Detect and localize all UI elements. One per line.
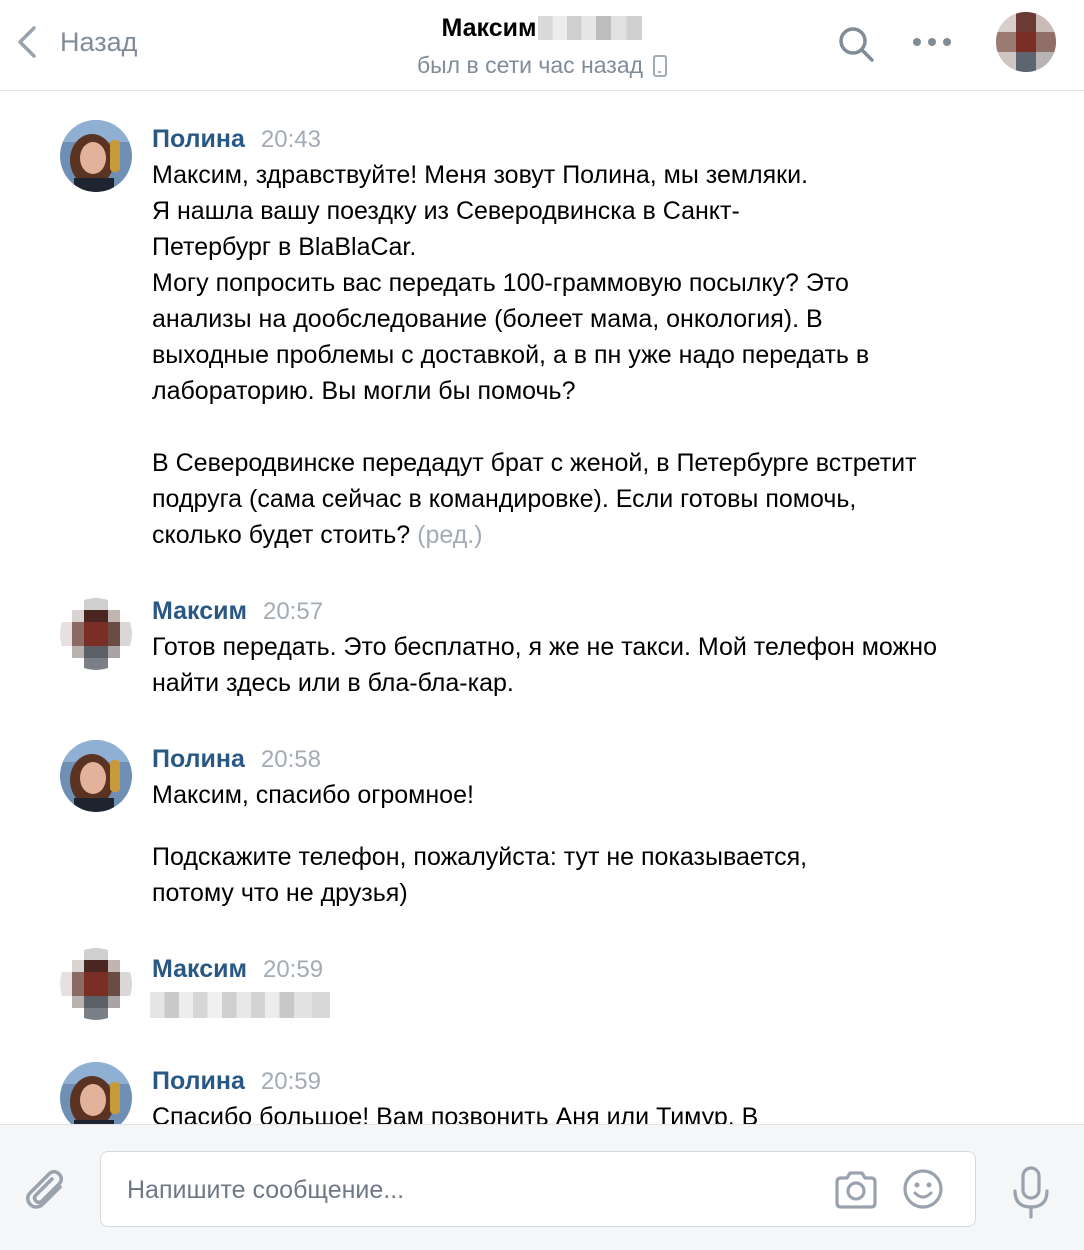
message-author[interactable]: Полина	[152, 1067, 245, 1096]
chat-title: Максим	[441, 13, 537, 42]
online-status: был в сети час назад	[416, 52, 668, 79]
message-header: Максим 20:57	[152, 597, 323, 626]
message-header: Полина 20:43	[152, 125, 321, 154]
contact-avatar[interactable]	[996, 12, 1056, 72]
pixelated-phone-number	[150, 992, 330, 1018]
pixelated-surname	[538, 16, 643, 40]
more-icon[interactable]	[910, 28, 954, 56]
message-composer	[0, 1124, 1084, 1250]
message-author[interactable]: Максим	[152, 597, 247, 626]
message-paragraph: Я нашла вашу поездку из Северодвинска в …	[152, 197, 740, 261]
avatar-maksim[interactable]	[60, 598, 132, 670]
message-paragraph: Готов передать. Это бесплатно, я же не т…	[152, 633, 937, 697]
message-feed[interactable]: Полина 20:43 Максим, здравствуйте! Меня …	[0, 92, 1084, 1124]
avatar-polina[interactable]	[60, 120, 132, 192]
message-time: 20:57	[262, 598, 324, 625]
message-text: Максим, здравствуйте! Меня зовут Полина,…	[152, 157, 942, 553]
message-input[interactable]	[127, 1170, 807, 1210]
search-icon[interactable]	[836, 24, 876, 64]
message-author[interactable]: Полина	[152, 125, 245, 154]
message-paragraph: В Северодвинске передадут брат с женой, …	[152, 449, 917, 549]
camera-icon[interactable]	[833, 1168, 879, 1212]
message-author[interactable]: Максим	[152, 955, 247, 984]
message-time: 20:59	[260, 1068, 321, 1095]
message-text: Максим, спасибо огромное! Подскажите тел…	[152, 777, 942, 911]
phone-icon	[653, 54, 668, 77]
message-time: 20:58	[260, 746, 321, 773]
avatar-maksim[interactable]	[60, 948, 132, 1020]
microphone-icon[interactable]	[1008, 1165, 1054, 1221]
message-author[interactable]: Полина	[152, 745, 245, 774]
message-header: Полина 20:59	[152, 1067, 321, 1096]
chat-header: Назад Максим был в сети час назад	[0, 0, 1084, 91]
message-input-box[interactable]	[100, 1151, 976, 1227]
edited-label[interactable]: (ред.)	[417, 521, 482, 549]
message-time: 20:43	[260, 126, 321, 153]
message-header: Максим 20:59	[152, 955, 323, 984]
avatar-polina[interactable]	[60, 740, 132, 812]
message-paragraph: Максим, здравствуйте! Меня зовут Полина,…	[152, 161, 809, 189]
message-time: 20:59	[262, 956, 324, 983]
message-header: Полина 20:58	[152, 745, 321, 774]
status-text: был в сети час назад	[416, 52, 644, 78]
message-paragraph: Могу попросить вас передать 100-граммову…	[152, 269, 870, 405]
message-paragraph: Максим, спасибо огромное!	[152, 781, 474, 809]
message-text: Спасибо большое! Вам позвонить Аня или Т…	[152, 1099, 942, 1124]
smile-icon[interactable]	[901, 1167, 945, 1211]
message-text: Готов передать. Это бесплатно, я же не т…	[152, 629, 942, 701]
message-paragraph: Спасибо большое! Вам позвонить Аня или Т…	[152, 1103, 759, 1124]
message-paragraph: Подскажите телефон, пожалуйста: тут не п…	[152, 843, 808, 907]
paperclip-icon[interactable]	[26, 1167, 70, 1217]
avatar-polina[interactable]	[60, 1062, 132, 1124]
